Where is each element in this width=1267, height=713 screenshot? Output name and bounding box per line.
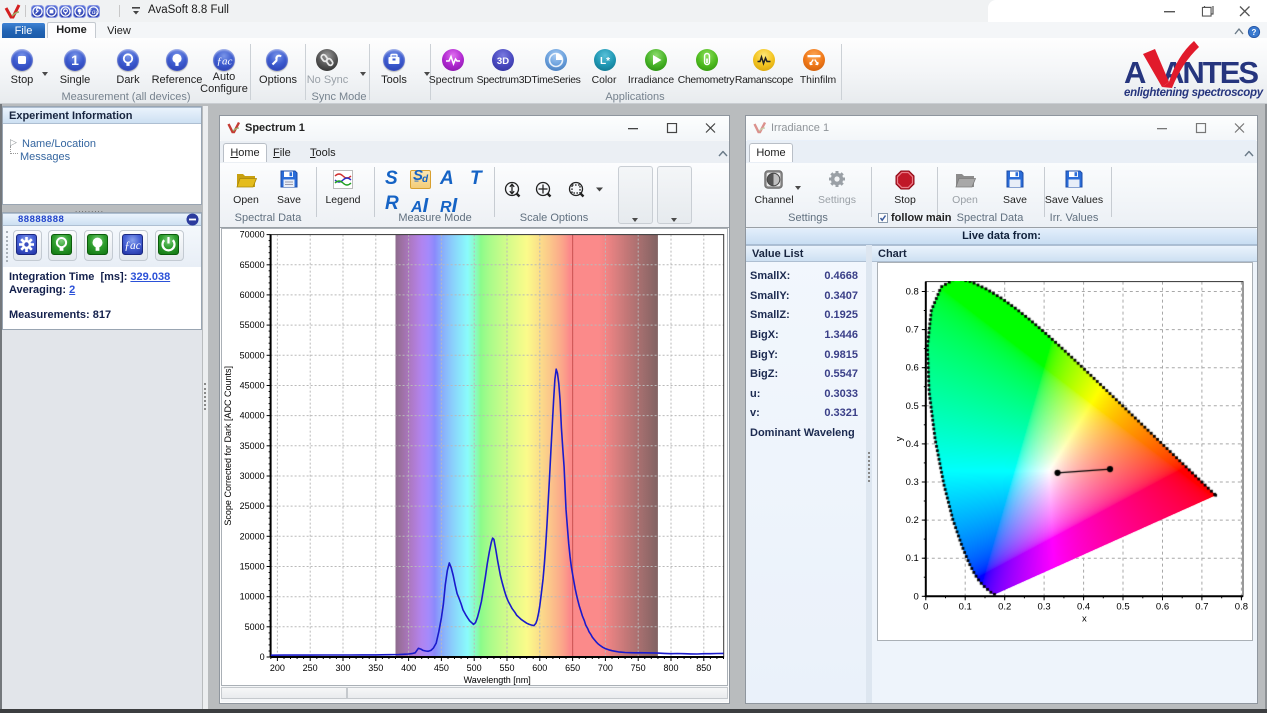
svg-text:y: y — [894, 436, 905, 441]
svg-text:0.4: 0.4 — [906, 439, 919, 450]
svg-text:350: 350 — [368, 663, 383, 673]
svg-text:45000: 45000 — [240, 381, 265, 391]
svg-text:0.8: 0.8 — [906, 287, 919, 298]
svg-text:0: 0 — [914, 591, 919, 602]
svg-text:0: 0 — [260, 652, 265, 662]
svg-text:L*: L* — [600, 56, 610, 67]
svg-text:Scope Corrected for Dark [ADC: Scope Corrected for Dark [ADC Counts] — [223, 366, 233, 526]
svg-text:20000: 20000 — [240, 531, 265, 541]
svg-text:0: 0 — [923, 601, 928, 612]
svg-text:ƒac: ƒac — [217, 56, 233, 68]
svg-text:650: 650 — [565, 663, 580, 673]
svg-text:850: 850 — [696, 663, 711, 673]
svg-text:0.7: 0.7 — [1195, 601, 1208, 612]
svg-text:10000: 10000 — [240, 592, 265, 602]
svg-text:0.2: 0.2 — [998, 601, 1011, 612]
svg-text:800: 800 — [663, 663, 678, 673]
svg-text:0.6: 0.6 — [1156, 601, 1169, 612]
svg-text:0.1: 0.1 — [959, 601, 972, 612]
svg-text:250: 250 — [303, 663, 318, 673]
svg-text:Wavelength [nm]: Wavelength [nm] — [464, 675, 531, 685]
svg-text:15000: 15000 — [240, 562, 265, 572]
svg-text:400: 400 — [401, 663, 416, 673]
svg-text:70000: 70000 — [240, 230, 265, 240]
svg-text:200: 200 — [270, 663, 285, 673]
svg-text:?: ? — [1252, 28, 1257, 37]
svg-text:500: 500 — [467, 663, 482, 673]
svg-text:0.6: 0.6 — [906, 363, 919, 374]
svg-text:0.5: 0.5 — [1116, 601, 1129, 612]
svg-text:750: 750 — [631, 663, 646, 673]
svg-text:55000: 55000 — [240, 320, 265, 330]
svg-text:60000: 60000 — [240, 290, 265, 300]
svg-text:0.4: 0.4 — [1077, 601, 1090, 612]
svg-text:700: 700 — [598, 663, 613, 673]
svg-text:x: x — [1082, 613, 1087, 624]
svg-text:5000: 5000 — [245, 622, 265, 632]
svg-text:0.1: 0.1 — [906, 553, 919, 564]
svg-text:50000: 50000 — [240, 350, 265, 360]
svg-text:600: 600 — [532, 663, 547, 673]
svg-text:35000: 35000 — [240, 441, 265, 451]
svg-text:0.3: 0.3 — [906, 477, 919, 488]
svg-text:300: 300 — [335, 663, 350, 673]
svg-text:3D: 3D — [497, 56, 509, 67]
svg-text:ƒac: ƒac — [124, 240, 141, 252]
svg-text:40000: 40000 — [240, 411, 265, 421]
svg-text:0.8: 0.8 — [1235, 601, 1248, 612]
svg-text:0.3: 0.3 — [1037, 601, 1050, 612]
svg-text:450: 450 — [434, 663, 449, 673]
svg-text:0.2: 0.2 — [906, 515, 919, 526]
svg-text:0.7: 0.7 — [906, 325, 919, 336]
svg-text:30000: 30000 — [240, 471, 265, 481]
svg-text:0.5: 0.5 — [906, 401, 919, 412]
svg-text:550: 550 — [499, 663, 514, 673]
svg-text:25000: 25000 — [240, 501, 265, 511]
svg-text:1: 1 — [71, 52, 79, 68]
svg-text:ƒac: ƒac — [88, 8, 99, 16]
svg-text:65000: 65000 — [240, 260, 265, 270]
